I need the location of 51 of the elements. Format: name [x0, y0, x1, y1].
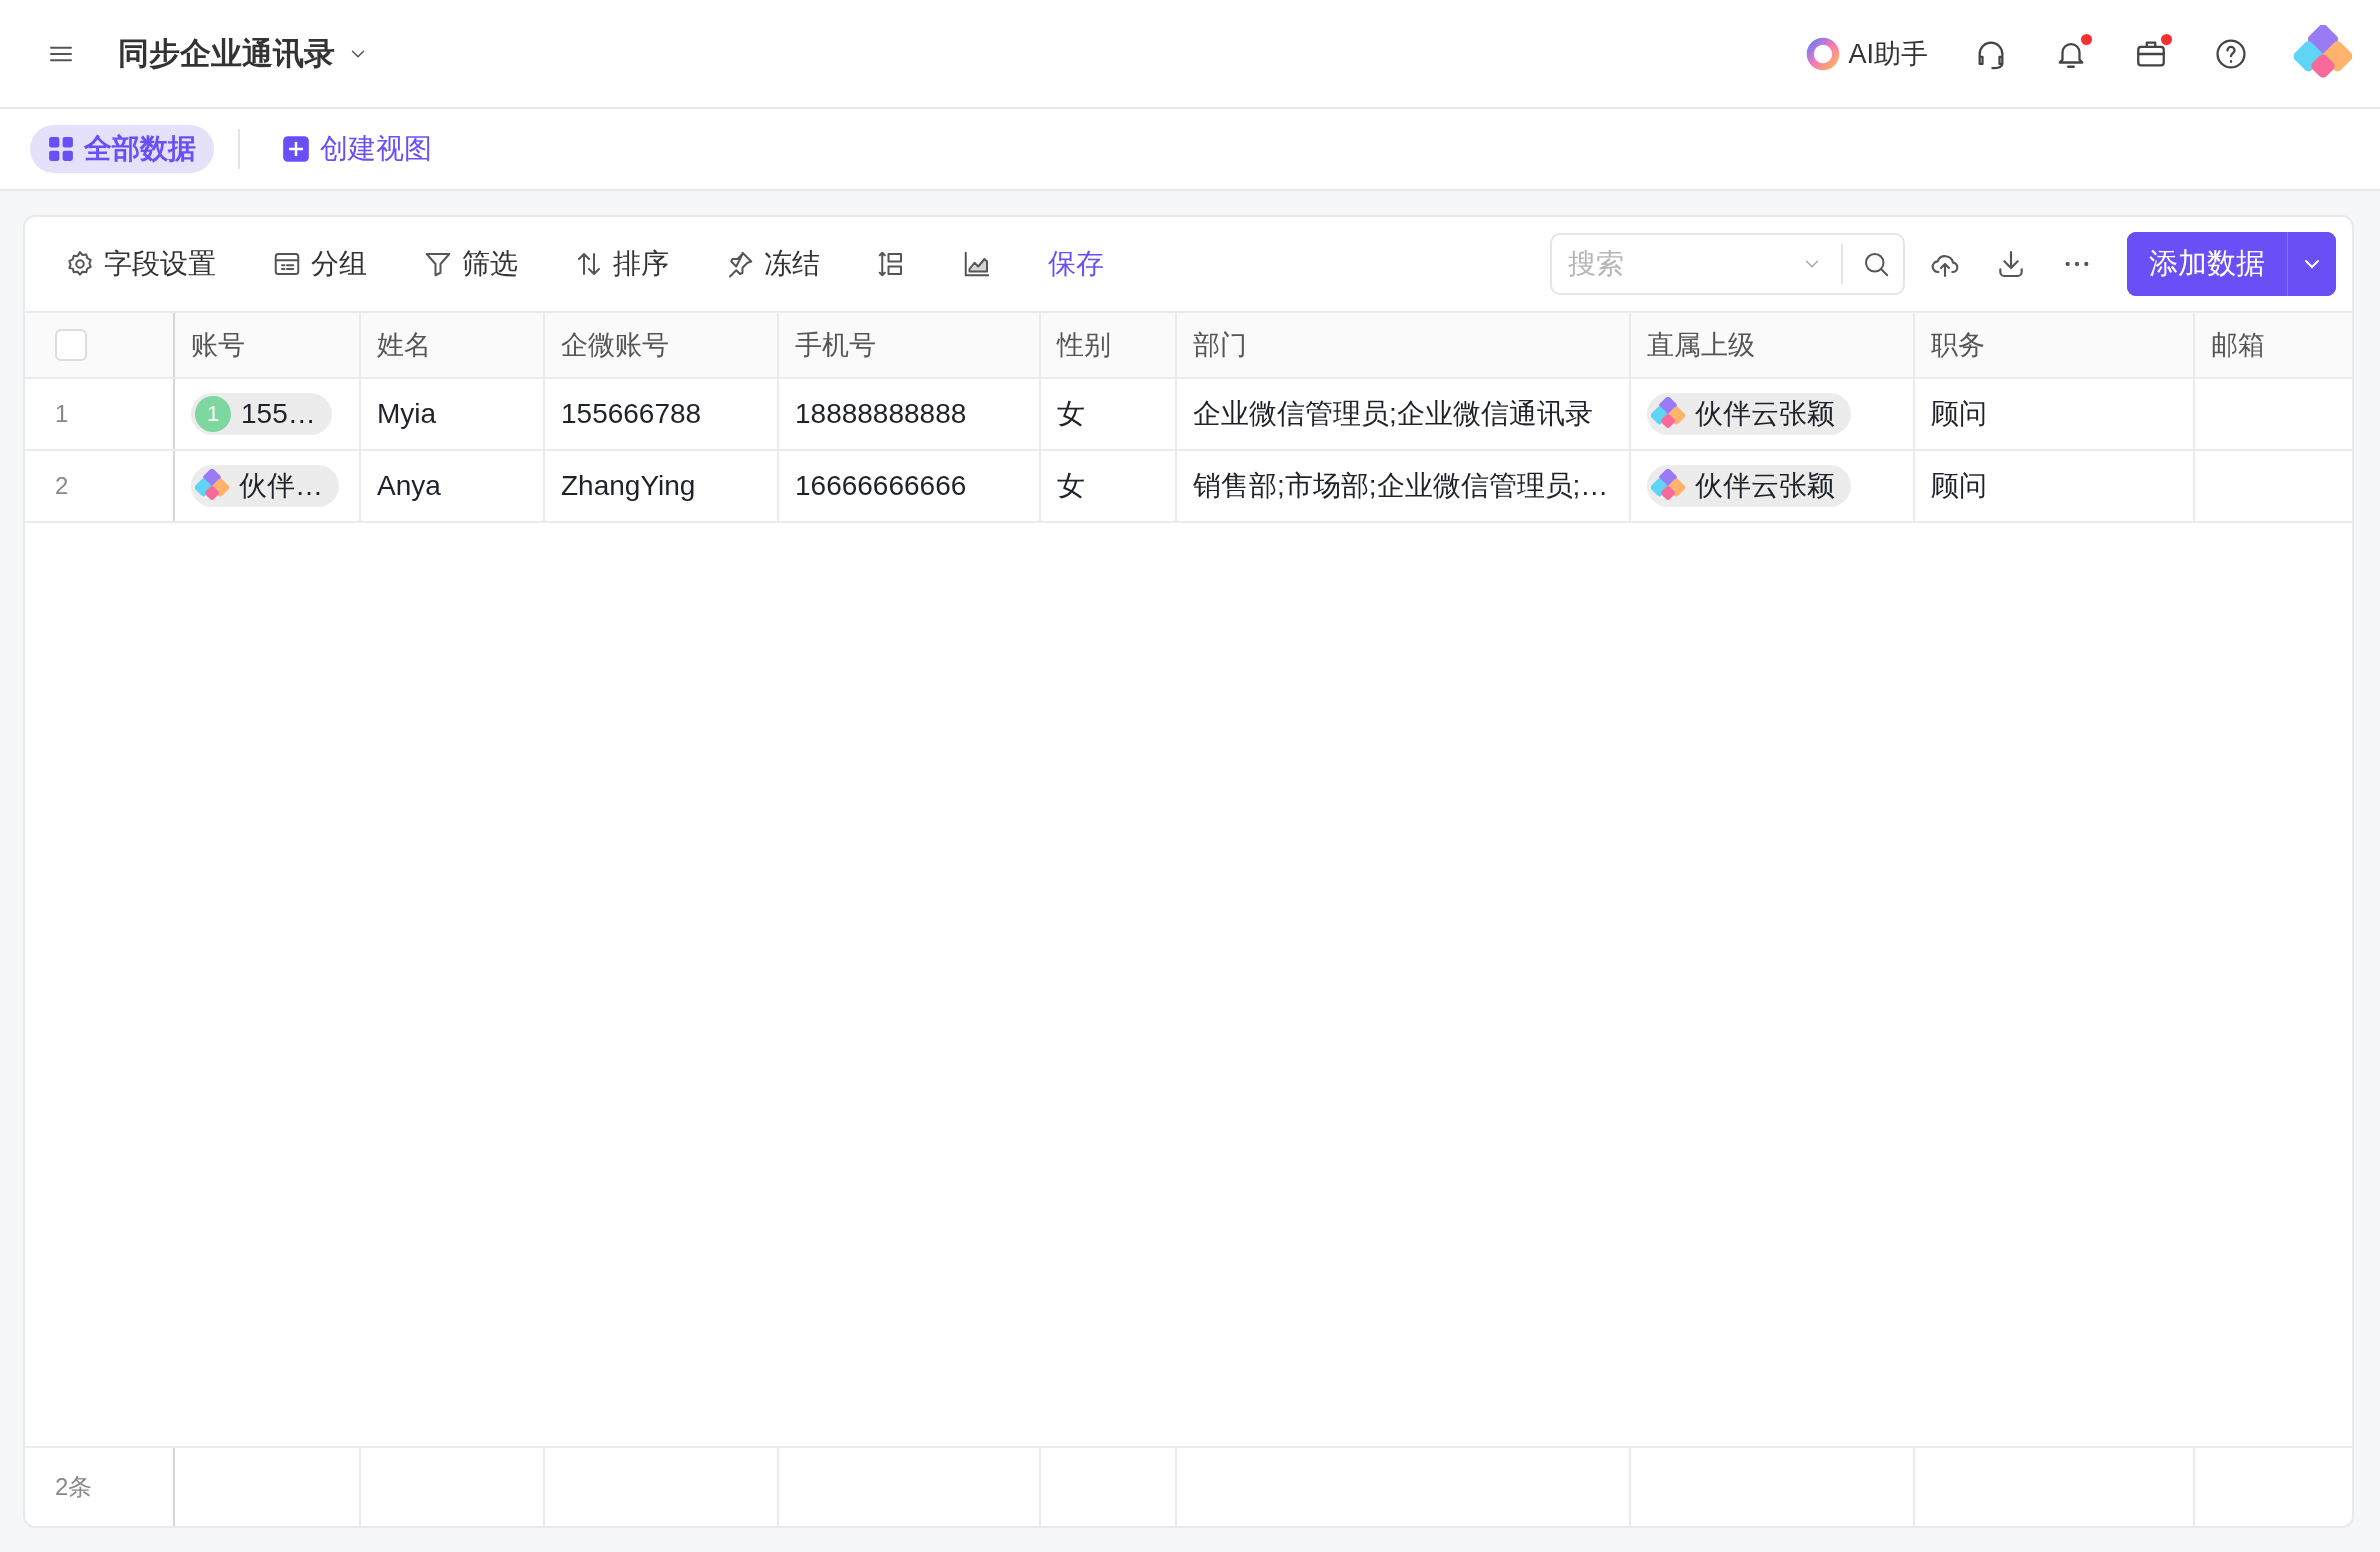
column-header[interactable]: 邮箱 — [2195, 313, 2352, 377]
ai-assistant-button[interactable]: AI助手 — [1806, 35, 1928, 72]
row-number: 2 — [25, 451, 175, 521]
number-avatar: 1 — [195, 396, 231, 432]
column-header[interactable]: 性别 — [1041, 313, 1177, 377]
table-cell: 顾问 — [1915, 451, 2195, 521]
freeze-button[interactable]: 冻结 — [725, 245, 820, 283]
search-field[interactable]: 搜索 — [1550, 233, 1905, 295]
column-header[interactable]: 手机号 — [779, 313, 1041, 377]
logo-avatar-icon — [195, 469, 229, 503]
create-view-button[interactable]: 创建视图 — [264, 125, 450, 173]
column-header[interactable]: 职务 — [1915, 313, 2195, 377]
group-button[interactable]: 分组 — [272, 245, 367, 283]
plus-icon — [282, 135, 310, 163]
column-header[interactable]: 直属上级 — [1631, 313, 1915, 377]
logo-avatar-icon — [1651, 469, 1685, 503]
column-header[interactable]: 企微账号 — [545, 313, 779, 377]
record-count: 2条 — [55, 1472, 93, 1502]
sort-button[interactable]: 排序 — [574, 245, 669, 283]
account-tag[interactable]: 伙伴… — [191, 465, 339, 507]
view-tab[interactable]: 全部数据 — [30, 125, 214, 173]
logo-avatar-icon — [1651, 397, 1685, 431]
table-cell: Myia — [361, 379, 545, 449]
add-dropdown-button[interactable] — [2287, 232, 2336, 296]
table-cell: Anya — [361, 451, 545, 521]
manager-tag[interactable]: 伙伴云张颖 — [1647, 465, 1851, 507]
help-icon[interactable] — [2214, 36, 2248, 71]
column-header[interactable]: 部门 — [1177, 313, 1631, 377]
row-number: 1 — [25, 379, 175, 449]
table-cell: 155666788 — [545, 379, 779, 449]
grid-icon — [48, 136, 74, 162]
select-all-checkbox[interactable] — [55, 329, 87, 361]
table-cell: 顾问 — [1915, 379, 2195, 449]
account-tag[interactable]: 1 155… — [191, 393, 332, 435]
table-cell: 16666666666 — [779, 451, 1041, 521]
line-chart-icon[interactable] — [962, 249, 992, 279]
app-title[interactable]: 同步企业通讯录 — [118, 32, 335, 75]
table-cell: 女 — [1041, 379, 1177, 449]
ai-logo-icon — [1806, 36, 1841, 71]
save-button[interactable]: 保存 — [1048, 245, 1104, 283]
fields-button[interactable]: 字段设置 — [65, 245, 216, 283]
table-cell: 销售部;市场部;企业微信管理员;… — [1177, 451, 1631, 521]
table-cell: 企业微信管理员;企业微信通讯录 — [1177, 379, 1631, 449]
manager-tag[interactable]: 伙伴云张颖 — [1647, 393, 1851, 435]
table-cell: 18888888888 — [779, 379, 1041, 449]
table-cell: ZhangYing — [545, 451, 779, 521]
table-cell: 女 — [1041, 451, 1177, 521]
search-input[interactable]: 搜索 — [1566, 247, 1801, 281]
column-header[interactable]: 账号 — [175, 313, 361, 377]
filter-button[interactable]: 筛选 — [423, 245, 518, 283]
column-header[interactable]: 姓名 — [361, 313, 545, 377]
